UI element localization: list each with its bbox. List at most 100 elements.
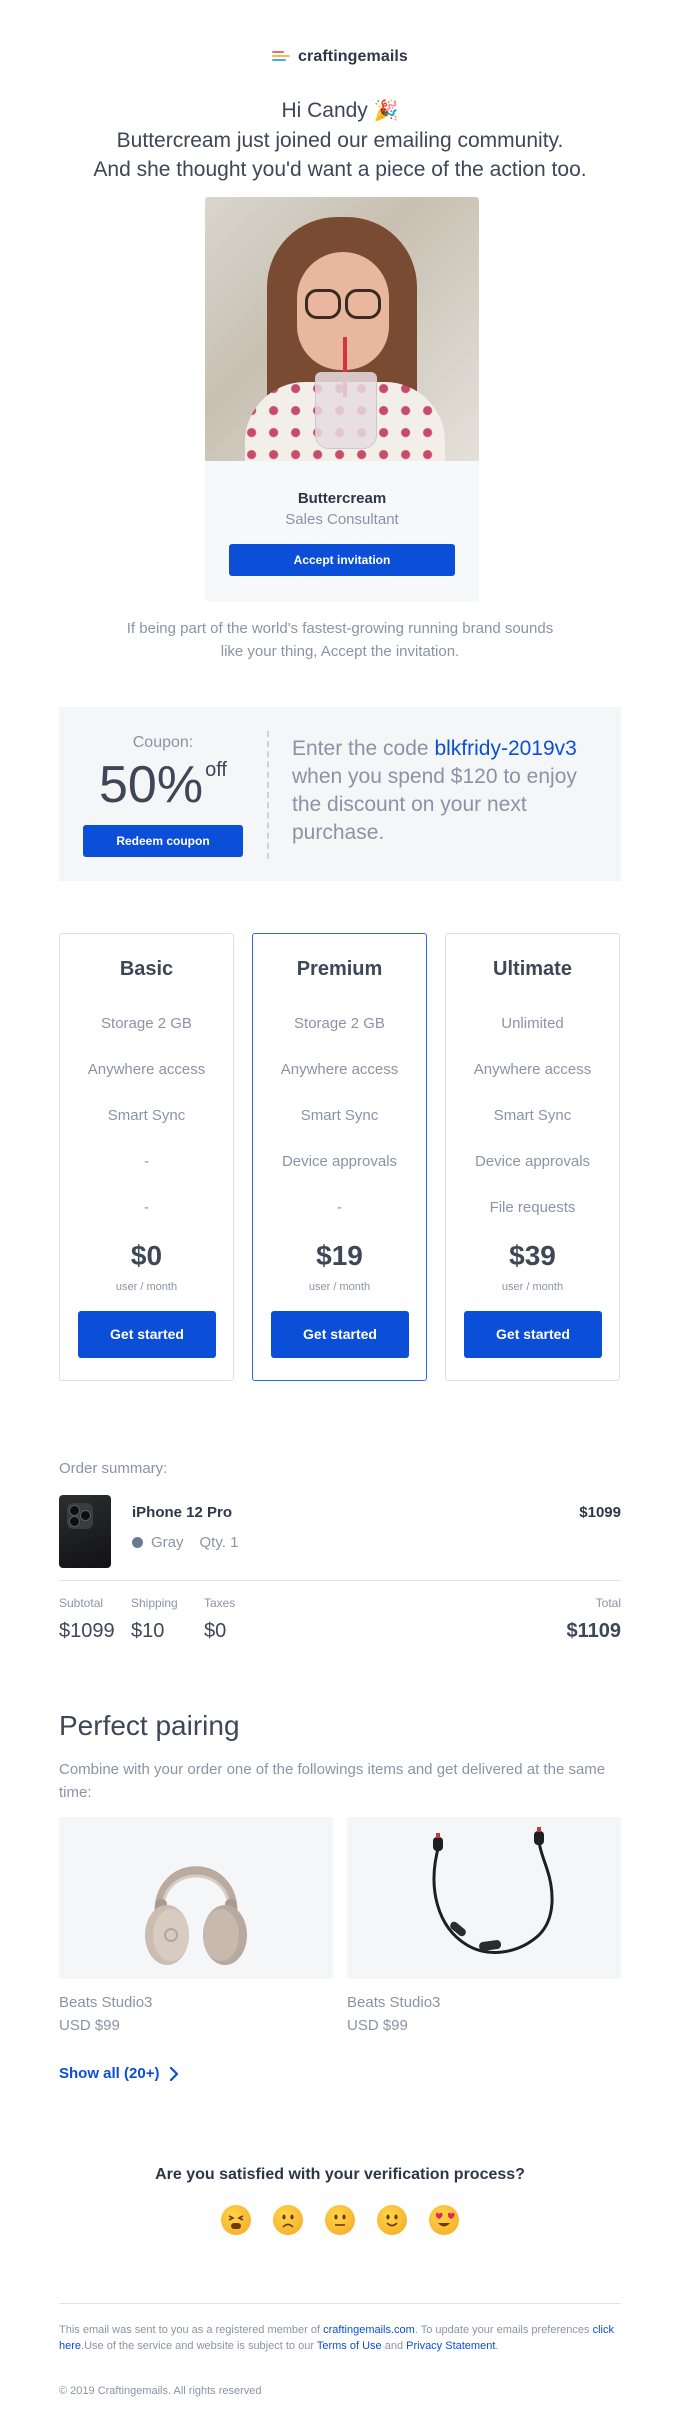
plan-price: $39 xyxy=(509,1240,556,1271)
headphones-image xyxy=(145,1866,247,1965)
survey-question: Are you satisfied with your verification… xyxy=(155,2166,525,2183)
pairing-item-price: USD $99 xyxy=(59,2017,120,2034)
plan-feature: - xyxy=(337,1199,342,1216)
hero-line-2: Buttercream just joined our emailing com… xyxy=(116,129,564,152)
plan-feature: Anywhere access xyxy=(280,1061,399,1078)
coupon-amount: 50% off xyxy=(59,754,267,816)
plan-price: $19 xyxy=(316,1240,363,1271)
hero-line-3: And she thought you'd want a piece of th… xyxy=(93,158,587,181)
pairing-item-price: USD $99 xyxy=(347,2017,408,2034)
get-started-ultimate-button[interactable]: Get started xyxy=(464,1311,602,1358)
order-item-qty: Qty. 1 xyxy=(199,1534,239,1551)
coupon-description: Enter the code blkfridy-2019v3 when you … xyxy=(292,735,602,847)
total-value: $1109 xyxy=(566,1620,621,1642)
divider xyxy=(59,2303,621,2304)
plan-name: Basic xyxy=(119,958,174,980)
footer-text-part: and xyxy=(384,2340,404,2352)
camera-module-icon xyxy=(67,1503,93,1529)
footer-text-part: . xyxy=(495,2340,499,2352)
plan-feature: Storage 2 GB xyxy=(101,1015,192,1032)
brand-name: craftingemails xyxy=(298,48,408,65)
invitation-card: Buttercream Sales Consultant Accept invi… xyxy=(205,197,479,602)
inviter-name: Buttercream xyxy=(297,490,387,507)
plan-feature: - xyxy=(144,1199,149,1216)
plan-price: $0 xyxy=(130,1240,163,1271)
plan-unit: user / month xyxy=(308,1281,371,1293)
footer-text-part: This email was sent to you as a register… xyxy=(59,2324,321,2336)
plan-feature: Unlimited xyxy=(501,1015,564,1032)
order-item-color: Gray xyxy=(151,1534,184,1551)
product-card-headphones[interactable] xyxy=(59,1817,333,1979)
party-popper-icon: 🎉 xyxy=(373,100,399,122)
terms-of-use-link[interactable]: Terms of Use xyxy=(317,2340,382,2352)
order-item-price: $1099 xyxy=(579,1504,621,1521)
pairing-item-name[interactable]: Beats Studio3 xyxy=(59,1994,152,2011)
brand-logo[interactable]: craftingemails xyxy=(0,48,680,66)
footer-text-part: . To update your emails preferences xyxy=(414,2324,590,2336)
pairing-item-name[interactable]: Beats Studio3 xyxy=(347,1994,440,2011)
plan-feature: Storage 2 GB xyxy=(294,1015,385,1032)
copyright: © 2019 Craftingemails. All rights reserv… xyxy=(59,2385,262,2397)
slightly-smiling-emoji[interactable] xyxy=(377,2205,407,2235)
get-started-basic-button[interactable]: Get started xyxy=(78,1311,216,1358)
footer-legal-text: This email was sent to you as a register… xyxy=(59,2322,621,2354)
color-swatch-icon xyxy=(132,1537,143,1548)
coupon-text-before: Enter the code xyxy=(292,737,429,760)
inviter-photo xyxy=(205,197,479,461)
heart-eyes-emoji[interactable] xyxy=(429,2205,459,2235)
privacy-statement-link[interactable]: Privacy Statement xyxy=(406,2340,495,2352)
plan-feature: Smart Sync xyxy=(107,1107,186,1124)
divider xyxy=(59,1580,621,1581)
plan-card-basic: Basic Storage 2 GB Anywhere access Smart… xyxy=(59,933,234,1381)
order-summary-label: Order summary: xyxy=(59,1460,168,1477)
inviter-role: Sales Consultant xyxy=(285,511,399,528)
plan-card-premium: Premium Storage 2 GB Anywhere access Sma… xyxy=(252,933,427,1381)
coupon-percent: 50% xyxy=(99,756,204,814)
plan-feature: Device approvals xyxy=(281,1153,398,1170)
plan-feature: Anywhere access xyxy=(473,1061,592,1078)
order-item-meta: Gray Qty. 1 xyxy=(132,1534,238,1551)
plan-unit: user / month xyxy=(501,1281,564,1293)
coupon-box: Coupon: 50% off Redeem coupon Enter the c… xyxy=(59,707,621,881)
show-all-link[interactable]: Show all (20+) xyxy=(59,2065,179,2082)
plan-feature: Device approvals xyxy=(474,1153,591,1170)
tired-face-emoji[interactable] xyxy=(221,2205,251,2235)
coupon-off-label: off xyxy=(205,759,227,781)
hero-message: Hi Candy 🎉 Buttercream just joined our e… xyxy=(0,96,680,184)
plan-feature: Smart Sync xyxy=(493,1107,572,1124)
plan-name: Premium xyxy=(296,958,383,980)
product-card-earphones[interactable] xyxy=(347,1817,621,1979)
get-started-premium-button[interactable]: Get started xyxy=(271,1311,409,1358)
slightly-frowning-emoji[interactable] xyxy=(273,2205,303,2235)
coupon-text-after: when you spend $120 to enjoy the discoun… xyxy=(292,765,577,844)
chevron-right-icon xyxy=(170,2066,179,2081)
site-link[interactable]: craftingemails.com xyxy=(323,2324,415,2336)
earphones-image xyxy=(432,1827,554,1954)
accept-invitation-button[interactable]: Accept invitation xyxy=(229,544,455,576)
shipping-label: Shipping xyxy=(131,1596,178,1610)
plan-card-ultimate: Ultimate Unlimited Anywhere access Smart… xyxy=(445,933,620,1381)
email-page: craftingemails Hi Candy 🎉 Buttercream ju… xyxy=(0,0,680,2431)
coupon-divider xyxy=(267,731,269,859)
plan-unit: user / month xyxy=(115,1281,178,1293)
footer-text-part: .Use of the service and website is subje… xyxy=(81,2340,314,2352)
redeem-coupon-button[interactable]: Redeem coupon xyxy=(83,825,243,857)
plan-feature: Anywhere access xyxy=(87,1061,206,1078)
plan-feature: Smart Sync xyxy=(300,1107,379,1124)
invitation-note: If being part of the world's fastest-gro… xyxy=(126,620,554,660)
rating-options xyxy=(0,2205,680,2235)
taxes-label: Taxes xyxy=(204,1596,236,1610)
order-item-name: iPhone 12 Pro xyxy=(132,1504,233,1521)
logo-icon xyxy=(272,51,291,63)
neutral-face-emoji[interactable] xyxy=(325,2205,355,2235)
coupon-label: Coupon: xyxy=(132,734,194,751)
pairing-description: Combine with your order one of the follo… xyxy=(59,1761,606,1801)
shipping-value: $10 xyxy=(131,1620,165,1642)
taxes-value: $0 xyxy=(204,1620,227,1642)
subtotal-label: Subtotal xyxy=(59,1596,104,1610)
pairing-title: Perfect pairing xyxy=(59,1710,240,1741)
greeting: Hi Candy xyxy=(281,99,368,122)
coupon-code[interactable]: blkfridy-2019v3 xyxy=(434,737,576,760)
show-all-label: Show all (20+) xyxy=(59,2065,160,2082)
subtotal-value: $1099 xyxy=(59,1620,115,1642)
